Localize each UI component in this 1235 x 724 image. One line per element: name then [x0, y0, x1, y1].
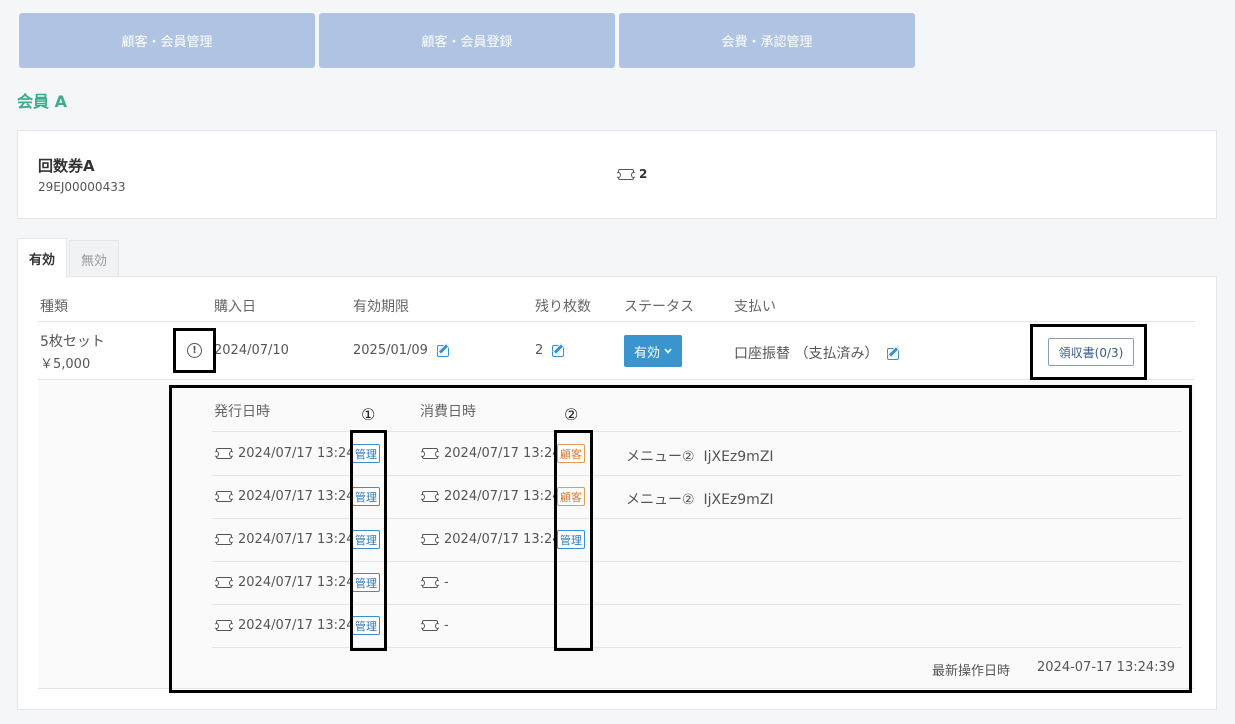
nav-tab-customer-registration[interactable]: 顧客・会員登録 [319, 13, 615, 68]
history-consumed: 2024/07/17 13:24 [420, 489, 561, 504]
issued-time: 2024/07/17 13:24 [238, 575, 355, 590]
ticket-icon [420, 491, 440, 502]
divider [38, 688, 1195, 689]
row-payment: 口座振替 （支払済み） [734, 343, 900, 363]
issued-time: 2024/07/17 13:24 [238, 446, 355, 461]
edit-payment-icon[interactable] [887, 348, 900, 360]
ticket-code: 29EJ00000433 [38, 180, 126, 194]
history-menu: メニュー② IjXEz9mZI [626, 489, 774, 509]
row-remaining-value: 2 [535, 343, 544, 358]
consumed-time: 2024/07/17 13:24 [444, 446, 561, 461]
col-issued: 発行日時 [214, 404, 270, 420]
history-issued: 2024/07/17 13:24 [214, 489, 355, 504]
col-payment: 支払い [734, 299, 776, 315]
consumed-badge: 顧客 [557, 487, 585, 506]
member-name: 会員 A [17, 92, 67, 111]
row-payment-value: 口座振替 （支払済み） [734, 346, 879, 362]
divider [212, 475, 1182, 476]
menu-code: IjXEz9mZI [703, 492, 774, 508]
ticket-name: 回数券A [38, 157, 95, 175]
issued-time: 2024/07/17 13:24 [238, 489, 355, 504]
consumed-time: - [444, 575, 449, 590]
nav-tab-fee-approval[interactable]: 会費・承認管理 [619, 13, 915, 68]
row-expiry: 2025/01/09 [353, 343, 449, 358]
ticket-icon [214, 448, 234, 459]
consumed-badge: 顧客 [557, 444, 585, 463]
menu-name: メニュー② [626, 492, 695, 508]
history-consumed: 2024/07/17 13:24 [420, 446, 561, 461]
divider [212, 604, 1182, 605]
col-type: 種類 [40, 299, 68, 315]
status-tabs: 有効 無効 [17, 238, 120, 278]
history-menu: メニュー② IjXEz9mZI [626, 446, 774, 466]
divider [212, 518, 1182, 519]
receipt-button[interactable]: 領収書(0/3) [1048, 338, 1134, 366]
issued-time: 2024/07/17 13:24 [238, 532, 355, 547]
ticket-icon [420, 534, 440, 545]
tab-active[interactable]: 有効 [17, 238, 68, 278]
col-purchase-date: 購入日 [214, 299, 256, 315]
divider [212, 561, 1182, 562]
consumed-badge: 管理 [557, 530, 585, 549]
history-issued: 2024/07/17 13:24 [214, 532, 355, 547]
history-consumed: - [420, 575, 449, 590]
issued-time: 2024/07/17 13:24 [238, 618, 355, 633]
consumed-time: - [444, 618, 449, 633]
row-purchase-date: 2024/07/10 [214, 343, 289, 358]
tab-inactive[interactable]: 無効 [69, 240, 120, 277]
usage-history-area [38, 380, 1195, 688]
nav-tab-customer-management[interactable]: 顧客・会員管理 [19, 13, 315, 68]
menu-code: IjXEz9mZI [703, 449, 774, 465]
consumed-time: 2024/07/17 13:24 [444, 532, 561, 547]
col-status: ステータス [624, 299, 694, 315]
col-expiry: 有効期限 [353, 299, 409, 315]
edit-expiry-icon[interactable] [436, 344, 449, 357]
status-label: 有効 [633, 345, 660, 361]
divider [212, 647, 1182, 648]
col-remaining: 残り枚数 [535, 299, 591, 315]
marker-two: ② [564, 405, 579, 424]
info-icon[interactable]: ! [187, 343, 202, 358]
issued-badge: 管理 [352, 487, 380, 506]
issued-badge: 管理 [352, 530, 380, 549]
edit-remaining-icon[interactable] [552, 344, 565, 357]
history-consumed: - [420, 618, 449, 633]
issued-badge: 管理 [352, 616, 380, 635]
ticket-icon [420, 448, 440, 459]
divider [212, 431, 1182, 432]
last-operation-value: 2024-07-17 13:24:39 [1037, 660, 1176, 675]
history-issued: 2024/07/17 13:24 [214, 575, 355, 590]
row-remaining: 2 [535, 343, 565, 358]
ticket-icon [214, 620, 234, 631]
ticket-count: 2 [616, 167, 648, 181]
chevron-down-icon [664, 348, 672, 354]
issued-badge: 管理 [352, 573, 380, 592]
row-price: ￥5,000 [40, 357, 91, 372]
ticket-icon [214, 534, 234, 545]
history-consumed: 2024/07/17 13:24 [420, 532, 561, 547]
ticket-icon [420, 577, 440, 588]
ticket-count-value: 2 [639, 167, 648, 181]
ticket-icon [214, 577, 234, 588]
menu-name: メニュー② [626, 449, 695, 465]
issued-badge: 管理 [352, 444, 380, 463]
divider [38, 321, 1195, 322]
last-operation-label: 最新操作日時 [932, 664, 1011, 679]
col-consumed: 消費日時 [420, 404, 476, 420]
ticket-icon [420, 620, 440, 631]
marker-one: ① [361, 405, 376, 424]
consumed-time: 2024/07/17 13:24 [444, 489, 561, 504]
row-type-name: 5枚セット [40, 334, 105, 350]
ticket-icon [214, 491, 234, 502]
row-expiry-value: 2025/01/09 [353, 343, 428, 358]
status-dropdown[interactable]: 有効 [624, 335, 682, 367]
ticket-summary-card: 回数券A 29EJ00000433 2 [17, 130, 1217, 219]
ticket-icon [616, 168, 636, 180]
history-issued: 2024/07/17 13:24 [214, 446, 355, 461]
history-issued: 2024/07/17 13:24 [214, 618, 355, 633]
